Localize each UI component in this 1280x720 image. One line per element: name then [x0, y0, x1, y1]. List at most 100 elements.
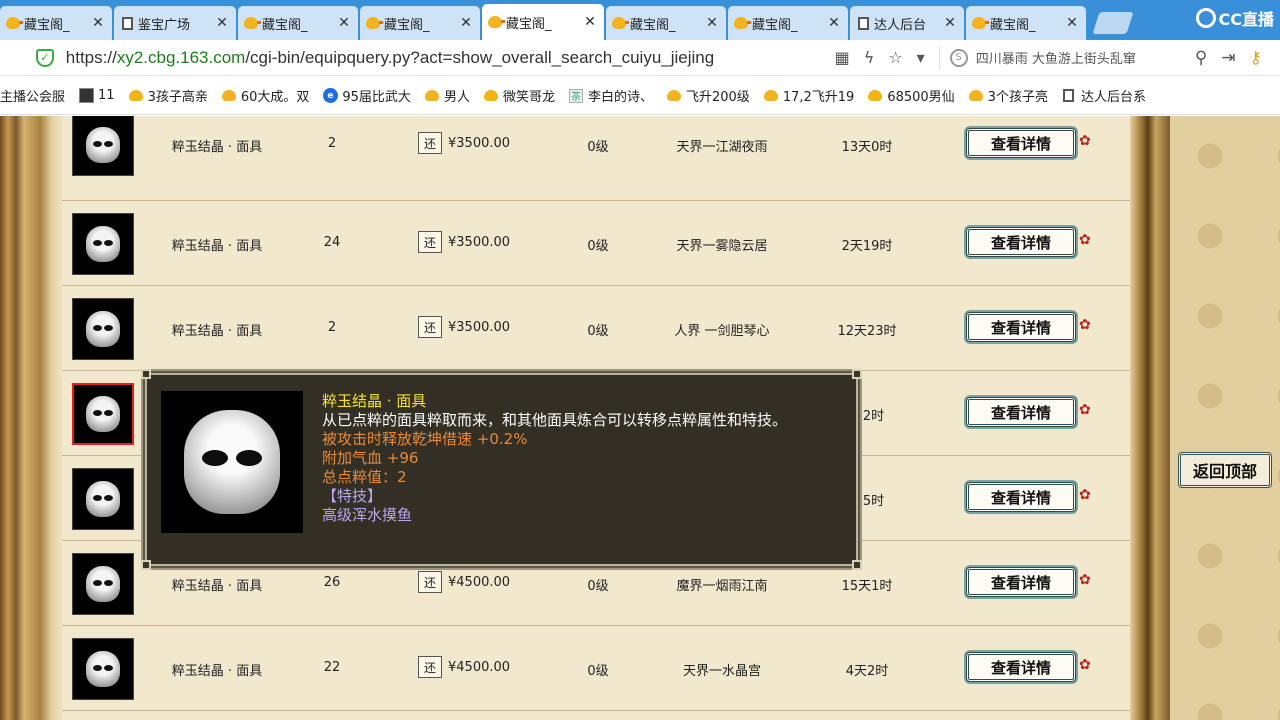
view-details-button[interactable]: 查看详情 ✿ [966, 227, 1091, 257]
search-box[interactable]: S 四川暴雨 大鱼游上街头乱窜 [938, 45, 1195, 70]
bookmark-item[interactable]: 主播公会服 [0, 86, 65, 105]
chick-icon-shape [763, 90, 778, 101]
mask-icon [86, 481, 120, 517]
tooltip-total: 总点粹值：2 [322, 468, 407, 486]
item-thumbnail[interactable] [72, 116, 134, 176]
item-thumbnail[interactable] [72, 638, 134, 700]
bookmark-item[interactable]: 飞升200级 [666, 86, 750, 105]
search-icon[interactable]: ⚲ [1195, 48, 1207, 68]
item-name: 粹玉结晶 · 面具 [171, 140, 263, 155]
bookmark-item[interactable]: 男人 [424, 86, 470, 105]
close-icon[interactable]: ✕ [942, 15, 958, 31]
bookmark-tea-icon: 茶 [568, 88, 584, 104]
item-thumbnail[interactable] [72, 298, 134, 360]
close-icon[interactable]: ✕ [1064, 15, 1080, 31]
bookmark-item[interactable]: 茶李白的诗、 [568, 86, 653, 105]
item-thumbnail[interactable] [72, 468, 134, 530]
item-thumbnail[interactable] [72, 383, 134, 445]
bookmark-item[interactable]: 17,2飞升19 [763, 86, 854, 105]
bookmark-label: 60大成。双 [240, 90, 310, 105]
lightning-icon[interactable]: ϟ [864, 48, 875, 67]
cbg-chick-icon [612, 16, 629, 30]
document-icon [120, 16, 134, 30]
close-icon[interactable]: ✕ [826, 15, 842, 31]
view-details-button[interactable]: 查看详情 ✿ [966, 397, 1091, 427]
toolbar-actions: ⚲ ⇥ ⚷ [1195, 48, 1262, 68]
close-icon[interactable]: ✕ [214, 15, 230, 31]
view-details-button[interactable]: 查看详情 ✿ [966, 567, 1091, 597]
tooltip-corner [852, 560, 862, 570]
bookmark-label: 68500男仙 [887, 90, 955, 105]
url-input[interactable]: https://xy2.cbg.163.com/cgi-bin/equipque… [66, 48, 775, 68]
mask-icon [86, 396, 120, 432]
bookmark-label: 主播公会服 [0, 90, 66, 105]
bookmark-item[interactable]: 达人后台系 [1061, 86, 1146, 105]
bookmark-item[interactable]: 11 [78, 88, 115, 104]
bookmark-item[interactable]: 68500男仙 [867, 86, 955, 105]
view-details-label: 查看详情 [990, 318, 1051, 337]
chick-icon-shape [244, 17, 261, 29]
chevron-down-icon[interactable]: ▾ [917, 48, 925, 67]
chick-icon-shape [612, 17, 629, 29]
item-thumbnail[interactable] [72, 213, 134, 275]
tab[interactable]: 藏宝阁_ ✕ [606, 6, 726, 40]
bookmarks-bar: 主播公会服 11 3孩子高亲 60大成。双 e 95届比武大 男人 微笑哥龙茶李白的诗、 飞升2… [0, 77, 1280, 115]
item-price: ¥3500.00 [448, 320, 511, 335]
view-details-button[interactable]: 查看详情 ✿ [966, 652, 1091, 682]
tab[interactable]: 藏宝阁_ ✕ [238, 6, 358, 40]
tab[interactable]: 达人后台 ✕ [850, 6, 964, 40]
return-badge: 还 [418, 316, 442, 338]
bookmark-label: 李白的诗、 [587, 90, 653, 105]
qr-code-icon[interactable]: ▦ [835, 48, 850, 67]
mask-icon [86, 566, 120, 602]
view-details-label: 查看详情 [990, 573, 1051, 592]
tooltip-corner [141, 369, 151, 379]
document-icon [856, 16, 870, 30]
close-icon[interactable]: ✕ [704, 15, 720, 31]
tab-bar: 藏宝阁_ ✕ 鉴宝广场 ✕ 藏宝阁_ ✕ 藏宝阁_ ✕ 藏宝阁_ ✕ 藏宝阁_ ✕ 藏宝阁_ ✕ 达人后台 ✕… [0, 0, 1280, 40]
ribbon-icon: ✿ [1079, 402, 1091, 418]
security-shield-icon[interactable]: ✓ [36, 48, 54, 67]
view-details-button[interactable]: 查看详情 ✿ [966, 312, 1091, 342]
view-details-button[interactable]: 查看详情 ✿ [966, 128, 1091, 158]
tab[interactable]: 藏宝阁_ ✕ [360, 6, 480, 40]
cc-logo-text: CC直播 [1218, 10, 1275, 29]
item-thumbnail[interactable] [72, 553, 134, 615]
remaining-time: 13天0时 [841, 140, 893, 155]
bookmark-item[interactable]: 60大成。双 [221, 86, 310, 105]
tab[interactable]: 鉴宝广场 ✕ [114, 6, 236, 40]
return-badge: 还 [418, 132, 442, 154]
mask-icon [86, 311, 120, 347]
bookmark-item[interactable]: 3孩子高亲 [128, 86, 208, 105]
back-to-top-button[interactable]: 返回顶部 [1178, 452, 1272, 488]
view-details-button[interactable]: 查看详情 ✿ [966, 482, 1091, 512]
bookmark-item[interactable]: e 95届比武大 [322, 86, 411, 105]
close-icon[interactable]: ✕ [458, 15, 474, 31]
blue-icon-shape: e [322, 88, 338, 103]
table-row: 粹玉结晶 · 面具 2 ¥3500.00 0级 人界 一剑胆琴心 12天23时 还 查看详情 ✿ [62, 286, 1130, 371]
tab[interactable]: 藏宝阁_ ✕ [728, 6, 848, 40]
close-icon[interactable]: ✕ [90, 15, 106, 31]
bookmark-label: 达人后台系 [1080, 90, 1146, 105]
table-row: 粹玉结晶 · 面具 2 ¥3500.00 0级 天界一江湖夜雨 13天0时 还 查看详情 ✿ [62, 116, 1130, 201]
side-panel [1170, 116, 1280, 720]
tab[interactable]: 藏宝阁_ ✕ [966, 6, 1086, 40]
cbg-chick-icon [6, 16, 23, 30]
key-icon[interactable]: ⚷ [1250, 48, 1262, 68]
login-icon[interactable]: ⇥ [1221, 48, 1235, 68]
bookmark-item[interactable]: 微笑哥龙 [483, 86, 555, 105]
new-tab-button[interactable] [1092, 12, 1134, 34]
item-name: 粹玉结晶 · 面具 [171, 324, 263, 339]
tab-title: 藏宝阁_ [24, 17, 70, 33]
tab-active[interactable]: 藏宝阁_ ✕ [482, 4, 604, 40]
close-icon[interactable]: ✕ [582, 14, 598, 30]
tab[interactable]: 藏宝阁_ ✕ [0, 6, 112, 40]
tea-icon-shape: 茶 [568, 88, 583, 103]
close-icon[interactable]: ✕ [336, 15, 352, 31]
chick-icon-shape [666, 90, 681, 101]
star-icon[interactable]: ☆ [888, 48, 902, 67]
bookmark-label: 3孩子高亲 [147, 90, 208, 105]
bookmark-chick-icon [968, 88, 984, 104]
bookmark-item[interactable]: 3个孩子亮 [968, 86, 1048, 105]
item-count: 22 [323, 660, 341, 675]
